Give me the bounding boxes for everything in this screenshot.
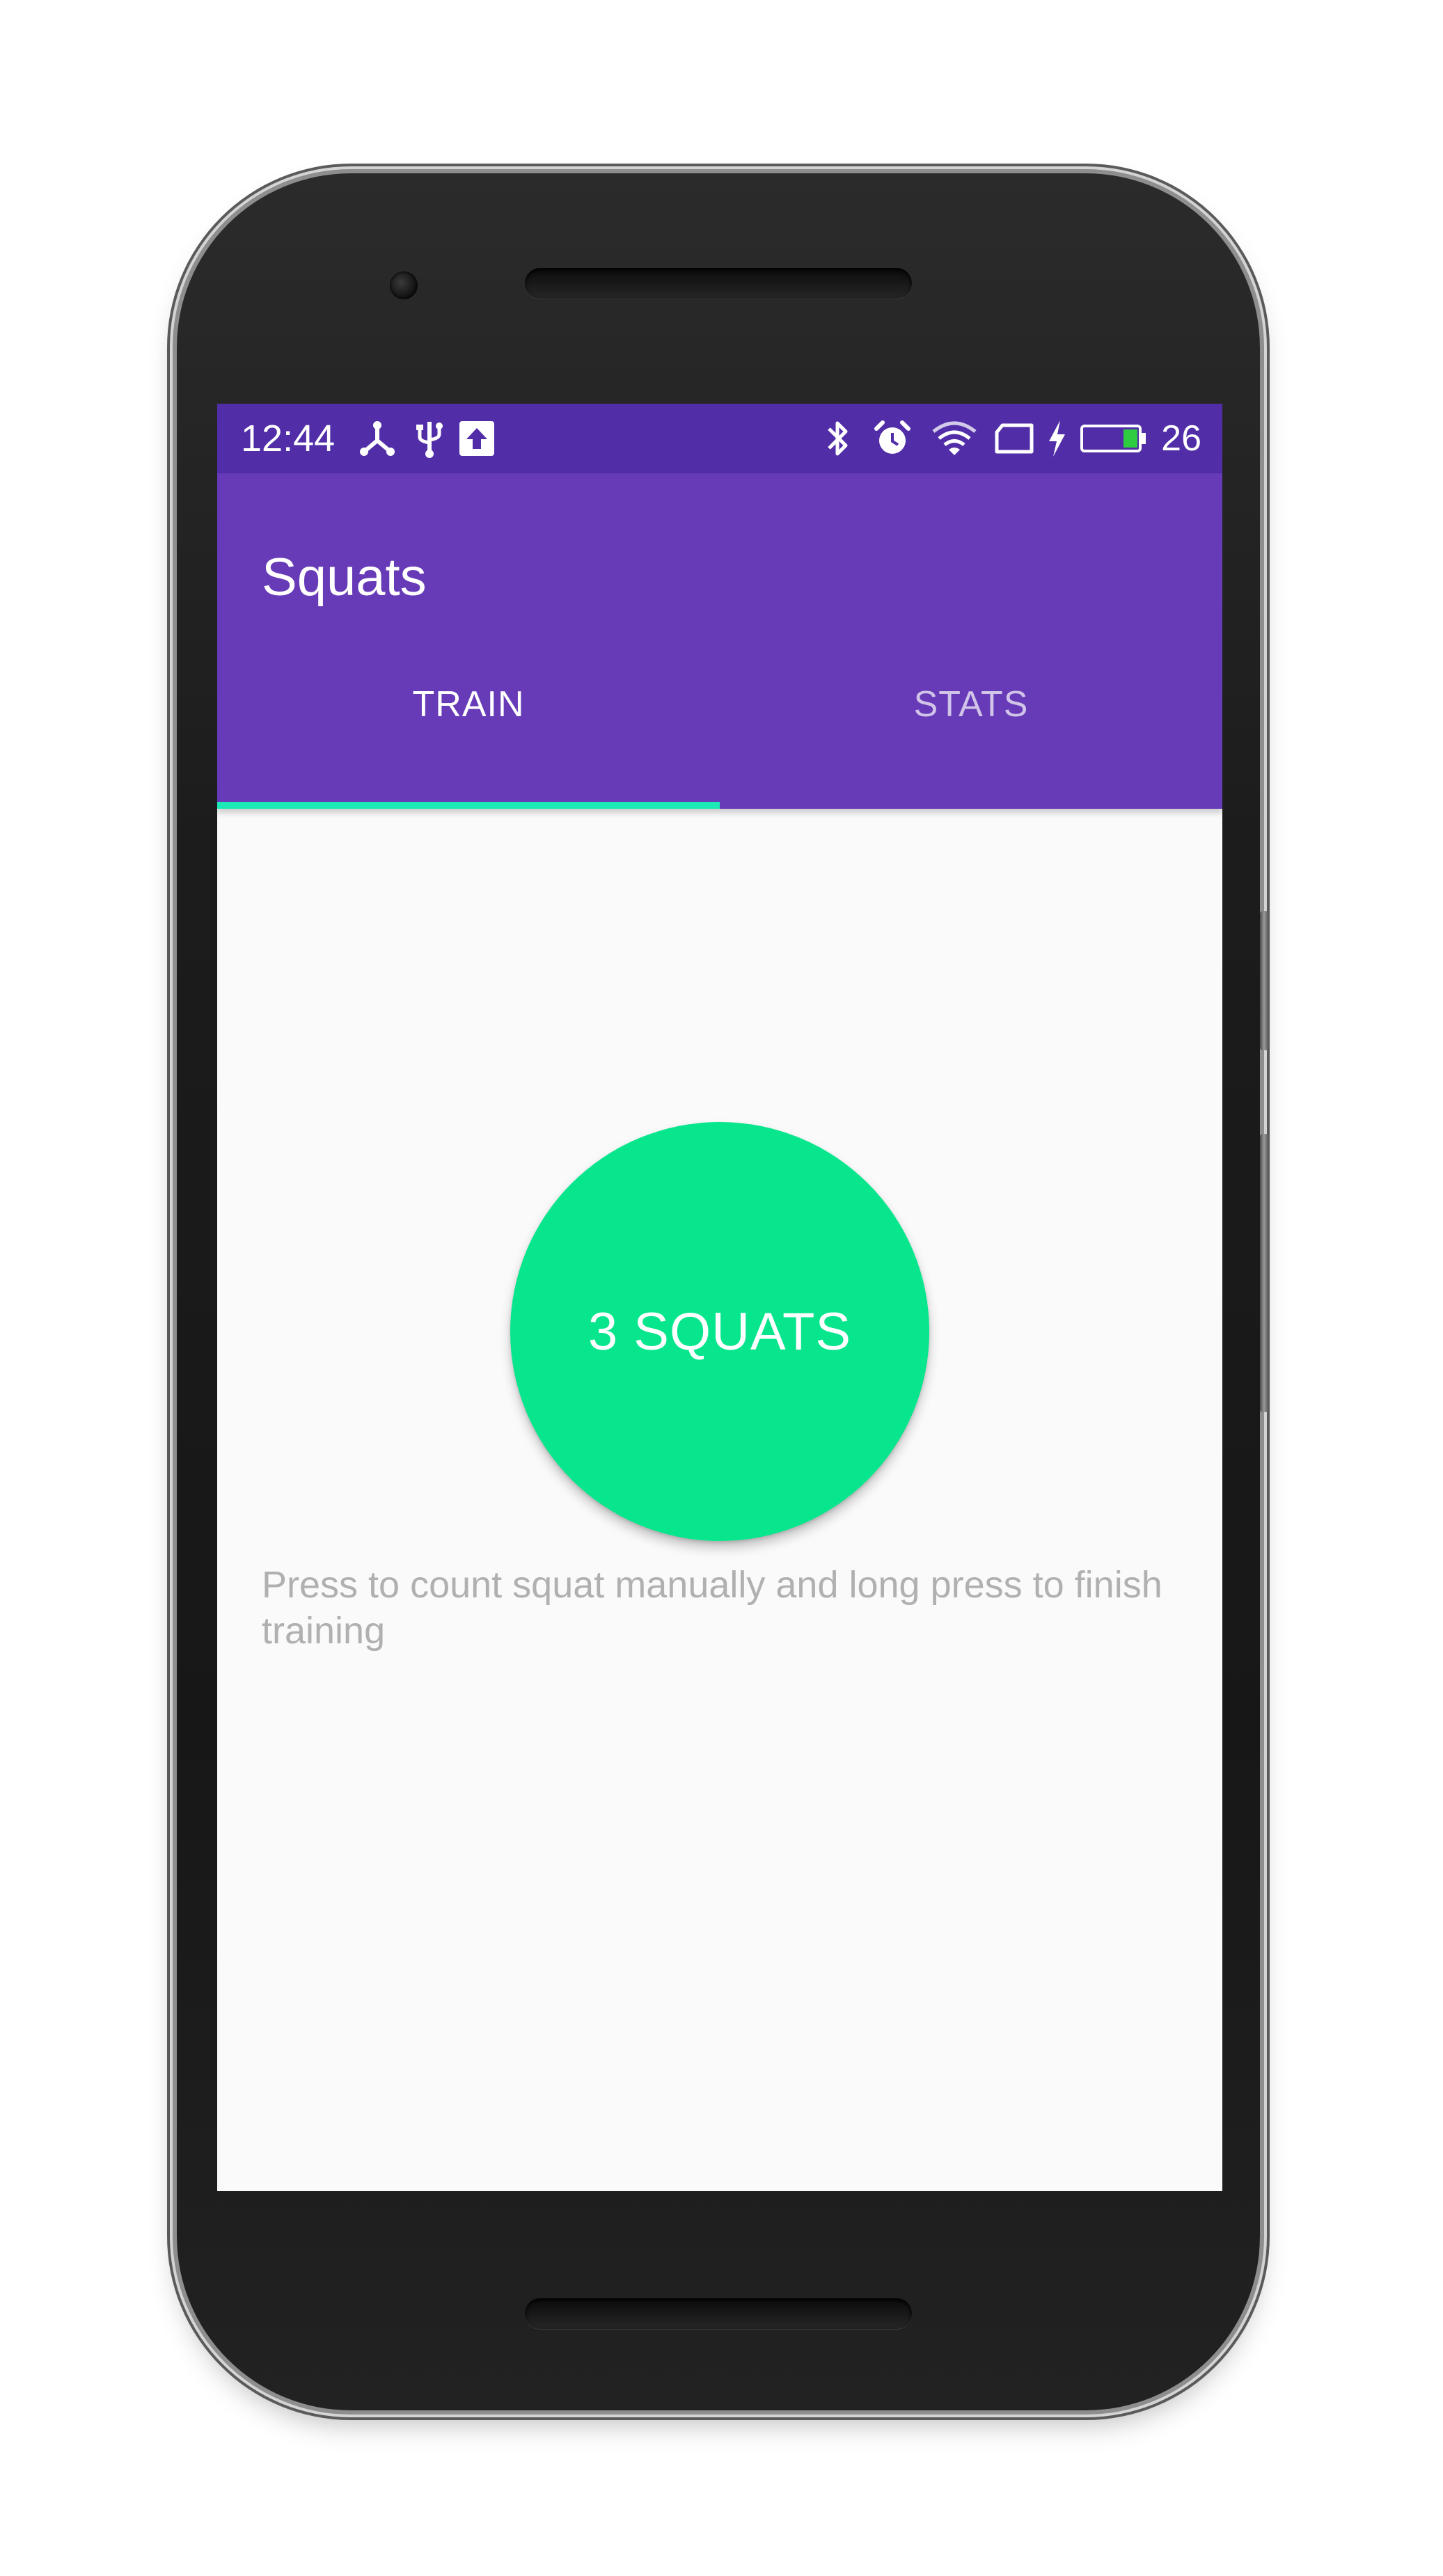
tab-stats-label: STATS — [913, 684, 1029, 725]
tab-bar: TRAIN STATS — [217, 647, 1222, 809]
tab-indicator — [217, 802, 720, 809]
tab-stats[interactable]: STATS — [720, 647, 1222, 809]
upload-icon — [458, 418, 496, 459]
battery-percentage: 26 — [1161, 418, 1201, 459]
front-camera — [390, 271, 418, 299]
bottom-speaker — [525, 2298, 912, 2329]
charging-icon — [1043, 418, 1071, 459]
stage: 12:44 26 Squats TRAIN STATS 3 SQUATS Pre… — [0, 0, 1443, 2576]
wifi-icon — [931, 418, 977, 459]
squat-count-button[interactable]: 3 SQUATS — [510, 1122, 929, 1541]
usb-icon — [412, 418, 447, 459]
status-time: 12:44 — [241, 418, 336, 459]
app-title: Squats — [262, 548, 427, 607]
tab-train-label: TRAIN — [412, 684, 525, 725]
app-bar: Squats TRAIN STATS — [217, 473, 1222, 809]
status-bar: 12:44 26 — [217, 404, 1222, 473]
volume-button — [1260, 1134, 1268, 1412]
tab-train[interactable]: TRAIN — [217, 647, 720, 809]
alarm-icon — [872, 418, 913, 459]
phone-screen: 12:44 26 Squats TRAIN STATS 3 SQUATS Pre… — [217, 404, 1222, 2191]
training-hint: Press to count squat manually and long p… — [262, 1564, 1162, 1652]
battery-icon — [1079, 418, 1149, 459]
train-content: 3 SQUATS Press to count squat manually a… — [217, 809, 1222, 2191]
usb-debug-icon — [356, 418, 398, 459]
cast-icon — [993, 418, 1036, 459]
earpiece-speaker — [525, 268, 912, 299]
squat-count-label: 3 SQUATS — [588, 1302, 852, 1361]
bluetooth-icon — [820, 418, 855, 459]
power-button — [1260, 911, 1268, 1050]
